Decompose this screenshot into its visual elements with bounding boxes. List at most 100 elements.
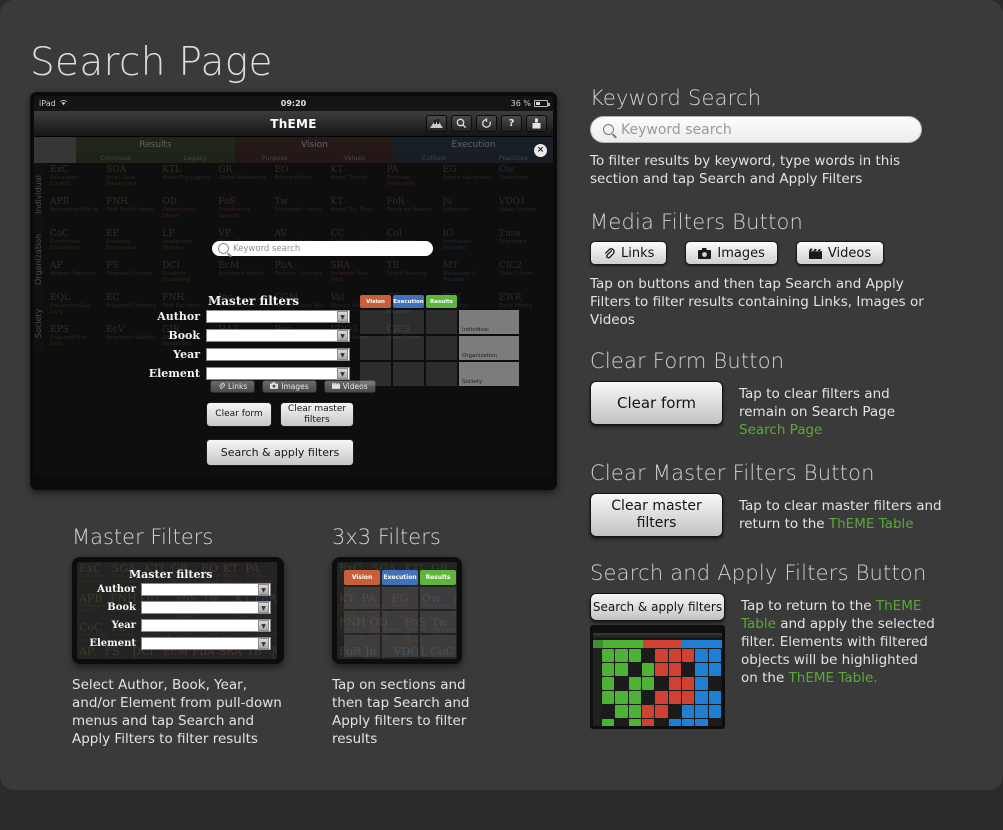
chevron-down-icon[interactable]: ▼ bbox=[258, 620, 269, 631]
thumb-cell bbox=[628, 691, 641, 704]
grid-cell[interactable] bbox=[344, 635, 380, 657]
clear-form-button[interactable]: Clear form bbox=[590, 381, 723, 425]
videos-button[interactable]: Videos bbox=[795, 241, 885, 265]
theme-table-thumbnail-frame[interactable] bbox=[590, 625, 725, 729]
ipad-filter-select-book[interactable]: ▼ bbox=[206, 329, 350, 342]
ipad-clear-form-button[interactable]: Clear form bbox=[206, 402, 272, 427]
ipad-side-society[interactable]: Society bbox=[459, 362, 519, 386]
profile-icon[interactable] bbox=[526, 115, 547, 132]
grid-cell[interactable] bbox=[344, 587, 380, 609]
card-filter-select-book[interactable]: ▼ bbox=[141, 601, 271, 614]
grid-cell[interactable] bbox=[420, 611, 456, 633]
card-tag-results[interactable]: Results bbox=[420, 570, 456, 585]
card-filter-select-element[interactable]: ▼ bbox=[141, 637, 271, 650]
card-filter-label-author: Author bbox=[97, 584, 136, 595]
ipad-side-organization[interactable]: Organization bbox=[459, 336, 519, 360]
links-button[interactable]: Links bbox=[590, 241, 668, 265]
theme-table-icon[interactable] bbox=[426, 115, 447, 132]
grid-cell[interactable] bbox=[393, 362, 424, 386]
search-icon[interactable] bbox=[451, 115, 472, 132]
card-filter-select-year[interactable]: ▼ bbox=[141, 619, 271, 632]
thumb-cell bbox=[602, 649, 615, 662]
clear-master-filters-button[interactable]: Clear master filters bbox=[590, 493, 723, 537]
grid-cell[interactable] bbox=[382, 587, 418, 609]
grid-cell[interactable] bbox=[393, 310, 424, 334]
ipad-tag-execution[interactable]: Execution bbox=[393, 295, 424, 308]
grid-cell[interactable] bbox=[393, 336, 424, 360]
grid-cell[interactable] bbox=[382, 635, 418, 657]
thumb-cell bbox=[708, 677, 721, 690]
theme-table-link[interactable]: ThEME Table bbox=[829, 516, 914, 532]
ipad-filter-select-element[interactable]: ▼ bbox=[206, 367, 350, 380]
ipad-images-button[interactable]: Images bbox=[262, 380, 317, 393]
refresh-icon[interactable] bbox=[476, 115, 497, 132]
card-tag-vision[interactable]: Vision bbox=[344, 570, 380, 585]
help-icon[interactable]: ? bbox=[501, 115, 522, 132]
card-3x3-grid-part: Individual Organization Society bbox=[344, 587, 457, 657]
chevron-down-icon[interactable]: ▼ bbox=[337, 349, 348, 360]
thumb-cell bbox=[628, 649, 641, 662]
keyword-search-input[interactable]: Keyword search bbox=[590, 116, 922, 143]
chevron-down-icon[interactable]: ▼ bbox=[258, 602, 269, 613]
chevron-down-icon[interactable]: ▼ bbox=[337, 330, 348, 341]
master-filters-card-title: Master Filters bbox=[72, 525, 214, 549]
grid-cell[interactable] bbox=[426, 362, 457, 386]
grid-cell[interactable] bbox=[420, 635, 456, 657]
thumb-body bbox=[593, 648, 722, 726]
grid-cell[interactable] bbox=[344, 611, 380, 633]
thumb-cell bbox=[628, 719, 641, 726]
ipad-search-apply-filters-button[interactable]: Search & apply filters bbox=[206, 439, 354, 466]
card-filter-select-author[interactable]: ▼ bbox=[141, 583, 271, 596]
status-time: 09:20 bbox=[280, 99, 307, 108]
grid-cell[interactable] bbox=[426, 336, 457, 360]
ipad-links-button[interactable]: Links bbox=[210, 380, 256, 393]
grid-cell[interactable] bbox=[382, 611, 418, 633]
thumb-nav-bar bbox=[593, 633, 722, 639]
search-icon bbox=[218, 243, 229, 254]
chevron-down-icon[interactable]: ▼ bbox=[258, 638, 269, 649]
ipad-tag-results[interactable]: Results bbox=[426, 295, 457, 308]
keyword-search-caption: To filter results by keyword, type words… bbox=[590, 153, 901, 187]
grid-cell[interactable] bbox=[426, 310, 457, 334]
search-apply-filters-button[interactable]: Search & apply filters bbox=[590, 593, 725, 621]
thumb-cell bbox=[615, 719, 628, 726]
ipad-filter-label-book: Book bbox=[168, 329, 200, 342]
paperclip-icon bbox=[218, 382, 225, 391]
thumb-cell bbox=[615, 649, 628, 662]
section-heading-media-filters: Media Filters Button bbox=[590, 210, 804, 234]
chevron-down-icon[interactable]: ▼ bbox=[258, 584, 269, 595]
ipad-filter-select-year[interactable]: ▼ bbox=[206, 348, 350, 361]
ipad-screen: iPad 09:20 36 % ThEME ? × Keyword search… bbox=[34, 96, 553, 476]
grid-cell[interactable] bbox=[360, 336, 391, 360]
thumb-cell bbox=[668, 705, 681, 718]
grid-cell[interactable] bbox=[360, 362, 391, 386]
ipad-side-individual[interactable]: Individual bbox=[459, 310, 519, 334]
images-button[interactable]: Images bbox=[685, 241, 778, 265]
search-page-link[interactable]: Search Page bbox=[739, 422, 822, 438]
media-filter-buttons: Links Images Videos bbox=[590, 241, 970, 265]
thumb-cell bbox=[602, 677, 615, 690]
ipad-tag-vision[interactable]: Vision bbox=[360, 295, 391, 308]
thumb-grid bbox=[601, 648, 722, 726]
thumb-cell bbox=[602, 705, 615, 718]
thumb-cell bbox=[668, 719, 681, 726]
ipad-3x3-tag-row: Vision Execution Results bbox=[360, 295, 459, 308]
close-icon[interactable]: × bbox=[534, 144, 547, 157]
thumb-cell bbox=[628, 663, 641, 676]
card-tag-execution[interactable]: Execution bbox=[382, 570, 418, 585]
clear-form-caption: Tap to clear filters and remain on Searc… bbox=[739, 381, 939, 439]
ipad-keyword-search-input[interactable]: Keyword search bbox=[212, 241, 433, 256]
chevron-down-icon[interactable]: ▼ bbox=[337, 311, 348, 322]
theme-table-link[interactable]: ThEME Table. bbox=[789, 670, 878, 686]
thumb-cell bbox=[695, 705, 708, 718]
ipad-clear-master-filters-button[interactable]: Clear master filters bbox=[280, 402, 354, 427]
grid-cell[interactable] bbox=[420, 587, 456, 609]
section-heading-keyword-search: Keyword Search bbox=[590, 86, 762, 110]
grid-cell[interactable] bbox=[360, 310, 391, 334]
thumb-cell bbox=[641, 705, 655, 718]
chevron-down-icon[interactable]: ▼ bbox=[337, 368, 348, 379]
ipad-filter-select-author[interactable]: ▼ bbox=[206, 310, 350, 323]
screenshot-root: Search Page iPad 09:20 36 % ThEME ? × Ke… bbox=[0, 0, 1003, 830]
ipad-3x3-cells bbox=[360, 310, 457, 386]
thumb-cell bbox=[615, 663, 628, 676]
